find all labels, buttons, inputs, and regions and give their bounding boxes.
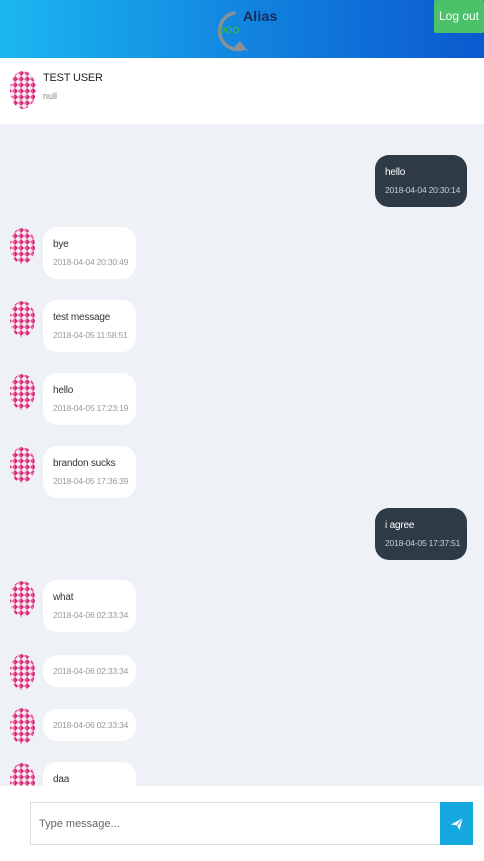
app-name: Alias [243,8,278,24]
sender-avatar [10,654,35,690]
logout-button[interactable]: Log out [434,0,484,33]
contact-name: TEST USER [43,72,103,84]
contact-avatar [10,71,36,109]
message-bubble-received: test message 2018-04-05 11:58:51 [43,300,136,352]
message-timestamp: 2018-04-04 20:30:49 [53,257,129,267]
message-bubble-received: bye 2018-04-04 20:30:49 [43,227,136,279]
message-timestamp: 2018-04-04 20:30:14 [385,185,461,195]
message-text: bye [53,239,69,250]
message-bubble-received: daa [43,762,136,786]
message-bubble-sent: hello 2018-04-04 20:30:14 [375,155,467,207]
message-text: test message [53,312,111,323]
message-bubble-received: 2018-04-06 02:33:34 [43,709,136,741]
sender-avatar [10,708,35,744]
message-timestamp: 2018-04-05 11:58:51 [53,330,128,340]
message-text: hello [53,385,74,396]
sender-avatar [10,374,35,410]
message-timestamp: 2018-04-06 02:33:34 [53,666,129,676]
message-timestamp: 2018-04-05 17:36:39 [53,476,129,486]
message-timestamp: 2018-04-06 02:33:34 [53,610,129,620]
message-timestamp: 2018-04-06 02:33:34 [53,720,129,730]
message-timestamp: 2018-04-05 17:37:51 [385,538,461,548]
sender-avatar [10,301,35,337]
message-text: daa [53,774,70,785]
sender-avatar [10,228,35,264]
message-text: i agree [385,520,415,531]
sender-avatar [10,763,35,786]
contact-bar[interactable]: TEST USER null [0,58,484,124]
sender-avatar [10,581,35,617]
send-button[interactable] [440,802,473,845]
message-input[interactable] [30,802,440,845]
message-bubble-received: brandon sucks 2018-04-05 17:36:39 [43,446,136,498]
message-list[interactable]: hello 2018-04-04 20:30:14 bye 2018-04-04… [0,124,484,786]
message-bubble-sent: i agree 2018-04-05 17:37:51 [375,508,467,560]
message-text: what [53,592,74,603]
message-bubble-received: hello 2018-04-05 17:23:19 [43,373,136,425]
paper-plane-icon [450,817,463,830]
contact-status: null [43,91,58,101]
message-bubble-received: what 2018-04-06 02:33:34 [43,580,136,632]
app-header: Alias Log out [0,0,484,58]
sender-avatar [10,447,35,483]
message-text: hello [385,167,406,178]
message-composer [0,786,484,861]
message-bubble-received: 2018-04-06 02:33:34 [43,655,136,687]
message-timestamp: 2018-04-05 17:23:19 [53,403,129,413]
message-text: brandon sucks [53,458,116,469]
